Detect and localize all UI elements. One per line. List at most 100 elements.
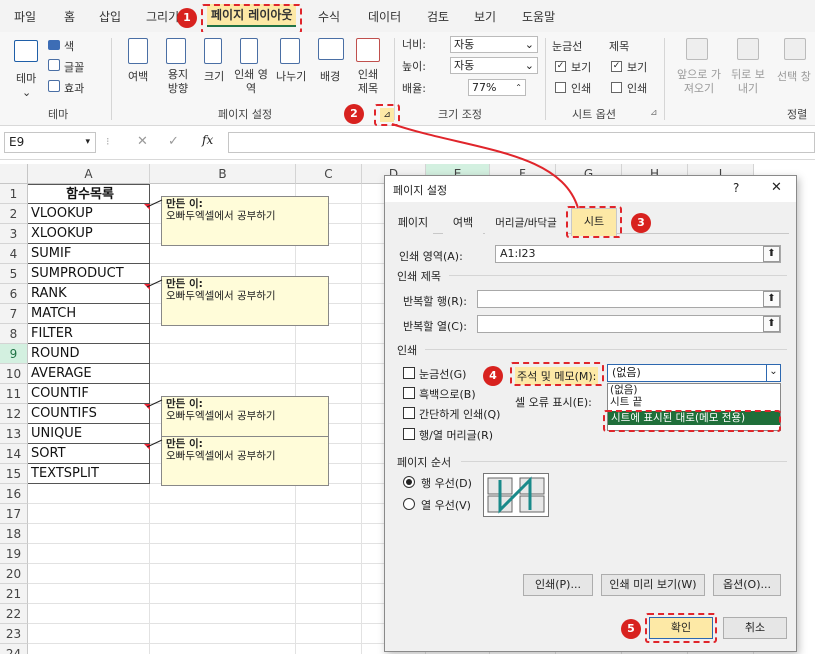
cell[interactable] xyxy=(296,484,362,504)
row-header[interactable]: 23 xyxy=(0,624,28,644)
formula-input[interactable] xyxy=(228,132,815,153)
tab-file[interactable]: 파일 xyxy=(14,8,36,25)
scale-spinner[interactable]: 77% ⌃ xyxy=(468,79,526,96)
comment-note[interactable]: 만든 이: 오빠두엑셀에서 공부하기 xyxy=(161,276,329,326)
send-backward-button[interactable]: 뒤로 보내기 xyxy=(730,68,766,96)
chevron-down-icon[interactable]: ⌄ xyxy=(766,365,780,381)
cell[interactable]: COUNTIF xyxy=(28,384,150,404)
row-header[interactable]: 14 xyxy=(0,444,28,464)
name-box[interactable]: E9 ▾ xyxy=(4,132,96,153)
cell[interactable]: SORT xyxy=(28,444,150,464)
print-area-input[interactable]: A1:I23 xyxy=(495,245,781,263)
cell[interactable] xyxy=(150,564,296,584)
row-header[interactable]: 24 xyxy=(0,644,28,654)
tab-header-footer[interactable]: 머리글/바닥글 xyxy=(485,212,567,234)
width-combo[interactable]: 자동 ⌄ xyxy=(450,36,538,53)
column-title[interactable]: 함수목록 xyxy=(28,184,150,204)
select-all-corner[interactable] xyxy=(0,164,28,184)
cell[interactable]: SUMIF xyxy=(28,244,150,264)
bring-forward-button[interactable]: 앞으로 가져오기 xyxy=(672,68,726,96)
gridlines-print-checkbox[interactable] xyxy=(555,82,566,93)
tab-home[interactable]: 홈 xyxy=(64,8,75,25)
cell[interactable] xyxy=(296,564,362,584)
close-button[interactable]: ✕ xyxy=(771,180,782,195)
cell[interactable] xyxy=(296,644,362,654)
themes-icon[interactable] xyxy=(14,40,38,62)
cancel-icon[interactable]: ✕ xyxy=(137,134,148,149)
dialog-launcher-icon[interactable]: ⊿ xyxy=(650,108,658,118)
margins-button[interactable]: 여백 xyxy=(128,68,148,84)
cell[interactable]: AVERAGE xyxy=(28,364,150,384)
cell[interactable] xyxy=(150,504,296,524)
cell[interactable] xyxy=(296,604,362,624)
row-header[interactable]: 7 xyxy=(0,304,28,324)
insert-function-button[interactable]: fx xyxy=(202,133,213,147)
cell[interactable] xyxy=(150,604,296,624)
cell[interactable] xyxy=(150,324,296,344)
cell[interactable] xyxy=(150,344,296,364)
row-header[interactable]: 6 xyxy=(0,284,28,304)
collapse-icon[interactable]: ⬆ xyxy=(763,246,780,262)
row-header[interactable]: 11 xyxy=(0,384,28,404)
cell[interactable] xyxy=(28,524,150,544)
print-area-button[interactable]: 인쇄 영역 xyxy=(234,68,268,96)
row-header[interactable]: 20 xyxy=(0,564,28,584)
fonts-button[interactable]: 글꼴 xyxy=(64,59,84,75)
column-header[interactable]: B xyxy=(150,164,296,184)
cell[interactable] xyxy=(296,344,362,364)
cell[interactable] xyxy=(28,504,150,524)
tab-page[interactable]: 페이지 xyxy=(393,212,433,234)
cell[interactable] xyxy=(296,624,362,644)
cell[interactable] xyxy=(150,644,296,654)
options-button[interactable]: 옵션(O)... xyxy=(713,574,781,596)
colors-button[interactable]: 색 xyxy=(64,38,74,54)
cell[interactable] xyxy=(28,584,150,604)
cell[interactable] xyxy=(296,584,362,604)
tab-data[interactable]: 데이터 xyxy=(368,8,401,25)
selection-pane-button[interactable]: 선택 창 xyxy=(777,68,811,84)
gridlines-view-checkbox[interactable]: ✓ xyxy=(555,61,566,72)
cell[interactable] xyxy=(296,324,362,344)
collapse-icon[interactable]: ⬆ xyxy=(763,316,780,332)
headings-print-checkbox[interactable] xyxy=(611,82,622,93)
cell[interactable]: COUNTIFS xyxy=(28,404,150,424)
cell[interactable] xyxy=(150,584,296,604)
row-header[interactable]: 1 xyxy=(0,184,28,204)
cell[interactable] xyxy=(150,484,296,504)
row-header[interactable]: 9 xyxy=(0,344,28,364)
row-header[interactable]: 15 xyxy=(0,464,28,484)
row-header[interactable]: 2 xyxy=(0,204,28,224)
tab-draw[interactable]: 그리기 xyxy=(146,8,179,25)
black-white-checkbox[interactable] xyxy=(403,387,415,399)
draft-checkbox[interactable] xyxy=(403,407,415,419)
enter-icon[interactable]: ✓ xyxy=(168,134,179,149)
print-titles-button[interactable]: 인쇄 제목 xyxy=(356,68,380,96)
cell[interactable] xyxy=(150,364,296,384)
print-preview-button[interactable]: 인쇄 미리 보기(W) xyxy=(601,574,705,596)
cell[interactable] xyxy=(28,604,150,624)
column-header[interactable]: A xyxy=(28,164,150,184)
cell[interactable] xyxy=(150,544,296,564)
cell[interactable]: SUMPRODUCT xyxy=(28,264,150,284)
effects-button[interactable]: 효과 xyxy=(64,80,84,96)
breaks-button[interactable]: 나누기 xyxy=(276,68,306,84)
cell[interactable] xyxy=(150,524,296,544)
row-header[interactable]: 18 xyxy=(0,524,28,544)
rows-repeat-input[interactable] xyxy=(477,290,781,308)
row-header[interactable]: 19 xyxy=(0,544,28,564)
cell[interactable] xyxy=(150,624,296,644)
cell[interactable] xyxy=(28,644,150,654)
row-header[interactable]: 22 xyxy=(0,604,28,624)
row-header[interactable]: 5 xyxy=(0,264,28,284)
row-header[interactable]: 3 xyxy=(0,224,28,244)
row-header[interactable]: 21 xyxy=(0,584,28,604)
row-header[interactable]: 17 xyxy=(0,504,28,524)
cell[interactable]: UNIQUE xyxy=(28,424,150,444)
tab-formulas[interactable]: 수식 xyxy=(318,8,340,25)
row-header[interactable]: 10 xyxy=(0,364,28,384)
tab-review[interactable]: 검토 xyxy=(427,8,449,25)
cell[interactable]: XLOOKUP xyxy=(28,224,150,244)
comment-note[interactable]: 만든 이: 오빠두엑셀에서 공부하기 xyxy=(161,196,329,246)
cell[interactable] xyxy=(296,524,362,544)
cell[interactable] xyxy=(28,544,150,564)
